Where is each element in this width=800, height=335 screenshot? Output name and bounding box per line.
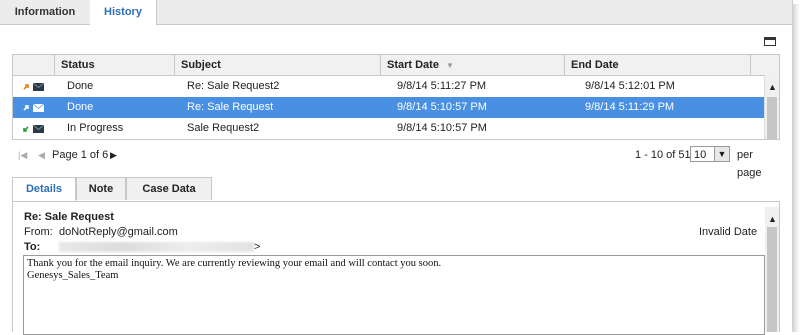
column-start-date-label: Start Date — [387, 59, 439, 71]
table-row[interactable]: Done Re: Sale Request2 9/8/14 5:11:27 PM… — [13, 76, 765, 97]
table-scrollbar[interactable]: ▲ — [764, 75, 779, 139]
email-body[interactable]: Thank you for the email inquiry. We are … — [23, 255, 765, 335]
email-subject: Re: Sale Request — [24, 211, 114, 223]
from-label: From: — [24, 226, 53, 238]
row-end-date: 9/8/14 5:11:29 PM — [585, 101, 675, 113]
row-status: Done — [67, 101, 94, 113]
email-signature: Genesys_Sales_Team — [27, 270, 119, 281]
table-header: Status Subject Start Date ▼ End Date — [13, 55, 779, 76]
scroll-up-icon[interactable]: ▲ — [768, 215, 777, 224]
email-date-status: Invalid Date — [699, 226, 758, 238]
next-page-icon[interactable]: ▶ — [110, 146, 117, 164]
to-label: To: — [24, 241, 41, 253]
chevron-down-icon[interactable]: ▼ — [714, 147, 729, 161]
first-page-icon[interactable]: |◀ — [18, 146, 27, 164]
maximize-icon[interactable] — [764, 37, 776, 46]
tab-case-data[interactable]: Case Data — [126, 177, 212, 200]
row-start-date: 9/8/14 5:10:57 PM — [397, 122, 487, 134]
scrollbar-thumb[interactable] — [767, 227, 777, 332]
row-start-date: 9/8/14 5:10:57 PM — [397, 101, 487, 113]
redacted-recipient — [59, 242, 254, 252]
column-status[interactable]: Status — [55, 55, 175, 75]
reply-email-icon — [23, 82, 45, 91]
column-end-date[interactable]: End Date — [565, 55, 751, 75]
column-subject[interactable]: Subject — [175, 55, 381, 75]
scrollbar-thumb[interactable] — [767, 97, 777, 139]
from-value: doNotReply@gmail.com — [59, 226, 178, 238]
table-row-selected[interactable]: Done Re: Sale Request 9/8/14 5:10:57 PM … — [13, 97, 765, 118]
tab-history[interactable]: History — [90, 0, 157, 25]
reply-email-icon — [23, 103, 45, 112]
row-start-date: 9/8/14 5:11:27 PM — [397, 80, 487, 92]
tab-note[interactable]: Note — [76, 177, 126, 200]
pagination-bar: |◀ ◀ Page 1 of 6 ▶ 1 - 10 of 51 10 ▼ per… — [12, 146, 780, 179]
scroll-up-icon[interactable]: ▲ — [768, 83, 777, 92]
row-subject: Sale Request2 — [187, 122, 260, 134]
icon-column-header — [13, 55, 55, 75]
window-shadow — [792, 4, 800, 332]
top-tab-bar: Information History — [0, 0, 792, 25]
page-indicator: Page 1 of 6 — [52, 149, 109, 161]
record-range: 1 - 10 of 51 — [635, 149, 691, 161]
row-subject: Re: Sale Request2 — [187, 80, 280, 92]
recipient-end: > — [254, 241, 261, 253]
detail-tab-bar: Details Note Case Data — [12, 177, 780, 202]
sort-arrow-icon: ▼ — [446, 61, 454, 70]
detail-scrollbar[interactable]: ▲ — [765, 207, 779, 332]
email-body-line: Thank you for the email inquiry. We are … — [27, 258, 442, 269]
row-status: Done — [67, 80, 94, 92]
page-size-value: 10 — [694, 149, 707, 161]
table-row[interactable]: In Progress Sale Request2 9/8/14 5:10:57… — [13, 118, 765, 139]
row-subject: Re: Sale Request — [187, 101, 274, 113]
email-detail-pane: Re: Sale Request From: doNotReply@gmail.… — [12, 201, 780, 335]
page-size-select[interactable]: 10 ▼ — [690, 146, 730, 162]
row-end-date: 9/8/14 5:12:01 PM — [585, 80, 675, 92]
history-panel: Information History Status Subject Start… — [0, 0, 793, 335]
tab-details[interactable]: Details — [12, 177, 76, 201]
history-table: Status Subject Start Date ▼ End Date Don… — [12, 54, 780, 140]
row-status: In Progress — [67, 122, 124, 134]
prev-page-icon[interactable]: ◀ — [38, 146, 45, 164]
inbound-email-icon — [23, 124, 45, 133]
column-start-date[interactable]: Start Date ▼ — [381, 55, 565, 75]
tab-information[interactable]: Information — [0, 0, 91, 24]
